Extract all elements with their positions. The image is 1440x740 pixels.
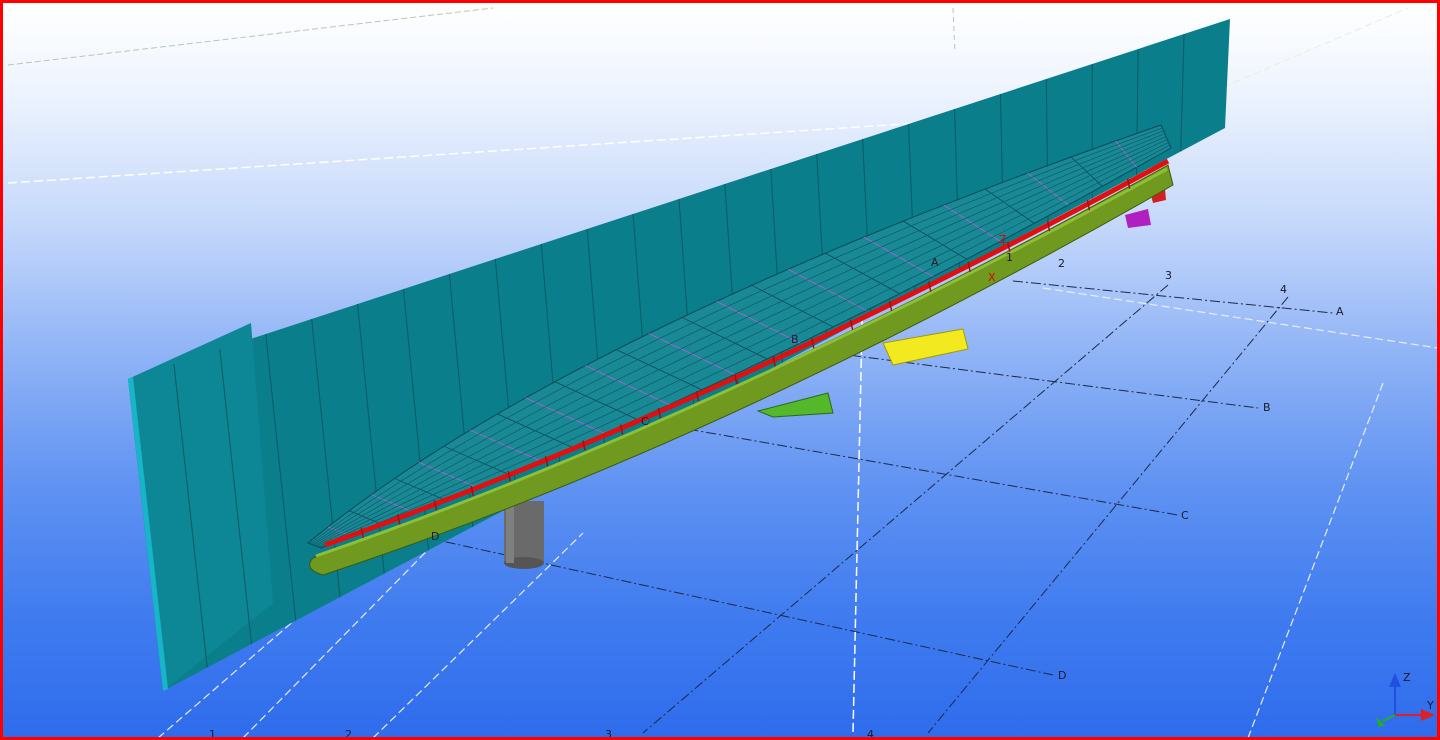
grid-label-col-1: 1 — [209, 728, 216, 740]
axis-y-label: Y — [1426, 699, 1434, 712]
grid-line-col-2 — [373, 532, 584, 737]
deck-label-b: B — [791, 333, 799, 346]
grid-label-row-a: A — [1336, 305, 1344, 318]
deck-label-d: D — [431, 530, 439, 543]
deck-label-a: A — [931, 256, 939, 269]
grid-line-row-c — [652, 422, 1179, 516]
bracket-magenta — [1125, 209, 1151, 228]
axis-z-arrow — [1389, 673, 1401, 687]
bracket-green — [756, 392, 834, 418]
grid-line-horizon — [1042, 287, 1437, 349]
3d-model-viewport[interactable]: A B C D 3 4 1 2 3 4 A B C D 1 2 Z X Z Y — [0, 0, 1440, 740]
deck-label-c: C — [641, 415, 649, 428]
column-highlight — [506, 501, 514, 563]
model-scene: A B C D 3 4 1 2 3 4 A B C D 1 2 Z X Z Y — [7, 7, 1437, 740]
grid-label-row-c: C — [1181, 509, 1189, 522]
local-axis-z: Z — [999, 233, 1007, 246]
axis-x-arrow — [1376, 717, 1385, 727]
axis-triad-icon[interactable]: Z Y — [1376, 671, 1435, 727]
grid-label-col-3-bottom: 3 — [605, 728, 612, 740]
deck-label-1: 1 — [1006, 251, 1013, 264]
deck-label-2: 2 — [1058, 257, 1065, 270]
construction-line — [952, 7, 956, 54]
grid-line-col-4 — [927, 296, 1289, 734]
grid-label-col-4-bottom: 4 — [867, 728, 874, 740]
axis-z-label: Z — [1403, 671, 1411, 684]
support-column — [504, 501, 544, 569]
grid-label-row-b: B — [1263, 401, 1271, 414]
grid-label-row-d: D — [1058, 669, 1066, 682]
construction-line — [7, 7, 494, 66]
grid-label-col-3: 3 — [1165, 269, 1172, 282]
grid-label-col-4: 4 — [1280, 283, 1287, 296]
local-axis-x: X — [988, 271, 996, 284]
grid-label-col-2: 2 — [345, 728, 352, 740]
axis-x-line — [1382, 714, 1396, 722]
grid-line-right — [1247, 382, 1384, 737]
